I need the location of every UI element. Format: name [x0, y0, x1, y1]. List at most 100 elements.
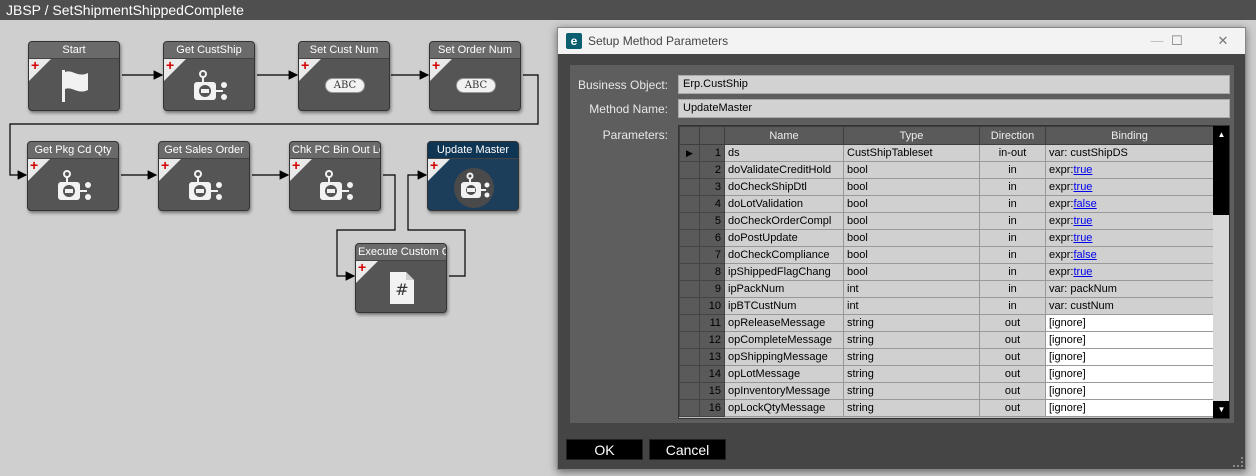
- param-type-cell[interactable]: bool: [843, 161, 980, 179]
- workflow-node-get-sales-order[interactable]: Get Sales Order +: [158, 141, 250, 211]
- param-direction-cell[interactable]: out: [979, 348, 1046, 366]
- param-binding-cell[interactable]: [ignore]: [1045, 399, 1214, 417]
- row-selector[interactable]: [679, 263, 700, 281]
- table-row[interactable]: 7 doCheckCompliance bool in expr:false: [679, 246, 1214, 264]
- header-type[interactable]: Type: [843, 126, 980, 145]
- workflow-node-execute-custom-code[interactable]: Execute Custom Co + #: [355, 243, 447, 313]
- param-type-cell[interactable]: string: [843, 399, 980, 417]
- cancel-button[interactable]: Cancel: [649, 439, 726, 460]
- table-row[interactable]: 10 ipBTCustNum int in var: custNum: [679, 297, 1214, 315]
- row-selector[interactable]: [679, 314, 700, 332]
- scroll-down-icon[interactable]: ▼: [1213, 401, 1229, 418]
- param-binding-cell[interactable]: expr:true: [1045, 161, 1214, 179]
- param-type-cell[interactable]: string: [843, 314, 980, 332]
- param-name-cell[interactable]: opCompleteMessage: [724, 331, 844, 349]
- param-direction-cell[interactable]: out: [979, 331, 1046, 349]
- row-selector[interactable]: [679, 297, 700, 315]
- param-type-cell[interactable]: bool: [843, 246, 980, 264]
- table-row[interactable]: 6 doPostUpdate bool in expr:true: [679, 229, 1214, 247]
- param-direction-cell[interactable]: in: [979, 161, 1046, 179]
- workflow-node-start[interactable]: Start +: [28, 41, 120, 111]
- table-row[interactable]: 4 doLotValidation bool in expr:false: [679, 195, 1214, 213]
- param-direction-cell[interactable]: out: [979, 382, 1046, 400]
- param-type-cell[interactable]: bool: [843, 263, 980, 281]
- param-binding-cell[interactable]: [ignore]: [1045, 348, 1214, 366]
- binding-link[interactable]: false: [1073, 198, 1096, 210]
- param-name-cell[interactable]: opLotMessage: [724, 365, 844, 383]
- table-row[interactable]: 16 opLockQtyMessage string out [ignore]: [679, 399, 1214, 417]
- param-binding-cell[interactable]: [ignore]: [1045, 365, 1214, 383]
- row-selector[interactable]: [679, 229, 700, 247]
- param-binding-cell[interactable]: [ignore]: [1045, 331, 1214, 349]
- setup-method-parameters-dialog[interactable]: e Setup Method Parameters — ☐ ✕ Business…: [557, 27, 1246, 470]
- param-type-cell[interactable]: string: [843, 382, 980, 400]
- table-row[interactable]: 12 opCompleteMessage string out [ignore]: [679, 331, 1214, 349]
- param-name-cell[interactable]: opLockQtyMessage: [724, 399, 844, 417]
- param-name-cell[interactable]: ipBTCustNum: [724, 297, 844, 315]
- param-name-cell[interactable]: doPostUpdate: [724, 229, 844, 247]
- header-direction[interactable]: Direction: [979, 126, 1046, 145]
- scroll-thumb[interactable]: [1213, 143, 1229, 215]
- param-binding-cell[interactable]: [ignore]: [1045, 314, 1214, 332]
- row-selector[interactable]: [679, 246, 700, 264]
- param-binding-cell[interactable]: expr:false: [1045, 246, 1214, 264]
- method-name-field[interactable]: UpdateMaster: [678, 99, 1230, 118]
- param-direction-cell[interactable]: out: [979, 314, 1046, 332]
- param-name-cell[interactable]: opShippingMessage: [724, 348, 844, 366]
- param-direction-cell[interactable]: in: [979, 178, 1046, 196]
- param-binding-cell[interactable]: expr:true: [1045, 178, 1214, 196]
- param-binding-cell[interactable]: expr:false: [1045, 195, 1214, 213]
- param-binding-cell[interactable]: var: custShipDS: [1045, 144, 1214, 162]
- param-type-cell[interactable]: int: [843, 297, 980, 315]
- param-binding-cell[interactable]: expr:true: [1045, 229, 1214, 247]
- row-selector[interactable]: [679, 161, 700, 179]
- workflow-node-set-order-num[interactable]: Set Order Num + ABC: [429, 41, 521, 111]
- binding-link[interactable]: false: [1073, 249, 1096, 261]
- param-binding-cell[interactable]: [ignore]: [1045, 382, 1214, 400]
- param-binding-cell[interactable]: expr:true: [1045, 212, 1214, 230]
- scroll-up-icon[interactable]: ▲: [1213, 126, 1229, 143]
- param-name-cell[interactable]: doCheckOrderCompl: [724, 212, 844, 230]
- header-name[interactable]: Name: [724, 126, 844, 145]
- param-direction-cell[interactable]: in: [979, 195, 1046, 213]
- workflow-node-chk-pc-bin[interactable]: Chk PC Bin Out Lo +: [289, 141, 381, 211]
- row-selector[interactable]: [679, 331, 700, 349]
- param-name-cell[interactable]: opInventoryMessage: [724, 382, 844, 400]
- param-direction-cell[interactable]: in: [979, 280, 1046, 298]
- row-selector[interactable]: [679, 280, 700, 298]
- param-type-cell[interactable]: bool: [843, 195, 980, 213]
- param-type-cell[interactable]: int: [843, 280, 980, 298]
- param-name-cell[interactable]: doCheckCompliance: [724, 246, 844, 264]
- param-direction-cell[interactable]: in: [979, 229, 1046, 247]
- param-type-cell[interactable]: string: [843, 365, 980, 383]
- param-name-cell[interactable]: ipPackNum: [724, 280, 844, 298]
- workflow-node-update-master[interactable]: Update Master +: [427, 141, 519, 211]
- param-type-cell[interactable]: CustShipTableset: [843, 144, 980, 162]
- vertical-scrollbar[interactable]: ▲ ▼: [1213, 126, 1229, 418]
- row-selector[interactable]: [679, 399, 700, 417]
- workflow-node-get-pkg-cd-qty[interactable]: Get Pkg Cd Qty +: [27, 141, 119, 211]
- param-direction-cell[interactable]: out: [979, 399, 1046, 417]
- maximize-button[interactable]: ☐: [1162, 28, 1192, 54]
- binding-link[interactable]: true: [1073, 181, 1092, 193]
- param-direction-cell[interactable]: in: [979, 212, 1046, 230]
- table-row[interactable]: 2 doValidateCreditHold bool in expr:true: [679, 161, 1214, 179]
- workflow-node-set-cust-num[interactable]: Set Cust Num + ABC: [298, 41, 390, 111]
- close-button[interactable]: ✕: [1208, 28, 1238, 54]
- param-type-cell[interactable]: string: [843, 348, 980, 366]
- ok-button[interactable]: OK: [566, 439, 643, 460]
- table-row[interactable]: 3 doCheckShipDtl bool in expr:true: [679, 178, 1214, 196]
- table-row[interactable]: 5 doCheckOrderCompl bool in expr:true: [679, 212, 1214, 230]
- param-binding-cell[interactable]: var: custNum: [1045, 297, 1214, 315]
- parameters-grid[interactable]: Name Type Direction Binding ▶ 1 ds CustShip…: [678, 125, 1230, 419]
- workflow-node-get-custship[interactable]: Get CustShip +: [163, 41, 255, 111]
- param-name-cell[interactable]: opReleaseMessage: [724, 314, 844, 332]
- row-selector[interactable]: [679, 178, 700, 196]
- table-row[interactable]: 15 opInventoryMessage string out [ignore]: [679, 382, 1214, 400]
- param-type-cell[interactable]: bool: [843, 212, 980, 230]
- row-selector[interactable]: [679, 365, 700, 383]
- param-name-cell[interactable]: doLotValidation: [724, 195, 844, 213]
- param-binding-cell[interactable]: expr:true: [1045, 263, 1214, 281]
- resize-grip-icon[interactable]: [1233, 457, 1243, 467]
- binding-link[interactable]: true: [1073, 164, 1092, 176]
